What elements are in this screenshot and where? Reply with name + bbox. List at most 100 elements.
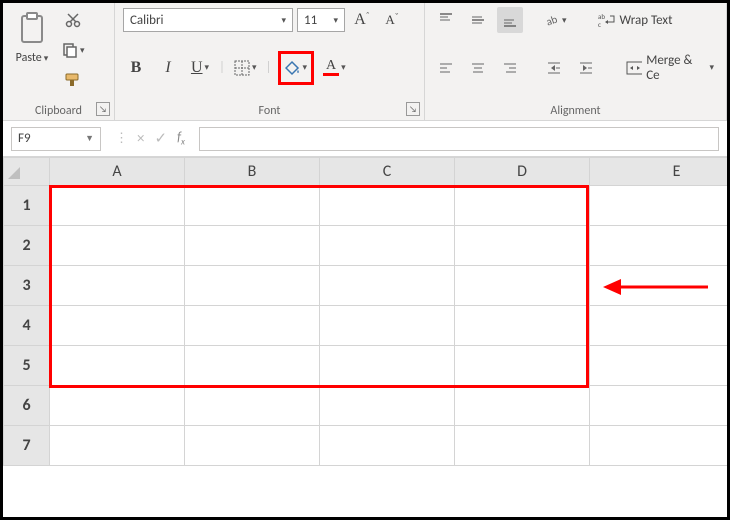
group-font: Calibri▾ 11▾ Aˆ Aˇ B I U | | A Font ↘ [115, 3, 425, 120]
select-all-corner[interactable] [4, 158, 50, 186]
cell[interactable] [185, 346, 320, 386]
ribbon: Paste Clipboard ↘ Calibri▾ 11▾ Aˆ Aˇ B [3, 3, 727, 121]
column-header-E[interactable]: E [590, 158, 728, 186]
row-header-5[interactable]: 5 [4, 346, 50, 386]
scissors-icon [65, 12, 81, 28]
orientation-icon: ab [544, 12, 560, 28]
fill-color-highlight [278, 51, 315, 85]
cell[interactable] [320, 186, 455, 226]
align-left-icon [438, 60, 454, 76]
row-header-7[interactable]: 7 [4, 426, 50, 466]
cell[interactable] [590, 306, 728, 346]
align-center-icon [470, 60, 486, 76]
cell[interactable] [50, 306, 185, 346]
cell[interactable] [590, 426, 728, 466]
row-header-3[interactable]: 3 [4, 266, 50, 306]
paste-button[interactable] [11, 7, 53, 49]
cell[interactable] [320, 346, 455, 386]
align-center-button[interactable] [465, 55, 491, 81]
cell[interactable] [185, 426, 320, 466]
cell[interactable] [455, 306, 590, 346]
align-left-button[interactable] [433, 55, 459, 81]
underline-button[interactable]: U [187, 55, 213, 81]
cell[interactable] [455, 186, 590, 226]
align-top-icon [438, 12, 454, 28]
cell[interactable] [320, 386, 455, 426]
row-header-1[interactable]: 1 [4, 186, 50, 226]
cell[interactable] [185, 226, 320, 266]
column-header-A[interactable]: A [50, 158, 185, 186]
fill-color-button[interactable] [282, 55, 311, 81]
cell[interactable] [320, 426, 455, 466]
cut-button[interactable] [59, 7, 88, 33]
fx-button[interactable]: fx [177, 130, 185, 148]
name-box[interactable]: F9▼ [11, 127, 101, 151]
decrease-font-size-button[interactable]: Aˇ [379, 7, 405, 33]
cell[interactable] [185, 306, 320, 346]
borders-button[interactable] [231, 55, 260, 81]
row-header-2[interactable]: 2 [4, 226, 50, 266]
cell[interactable] [455, 426, 590, 466]
cell[interactable] [50, 346, 185, 386]
cell[interactable] [320, 226, 455, 266]
worksheet-grid[interactable]: A B C D E 1 2 3 4 5 6 7 [3, 157, 727, 466]
row-header-6[interactable]: 6 [4, 386, 50, 426]
cell[interactable] [455, 226, 590, 266]
decrease-indent-button[interactable] [541, 55, 567, 81]
wrap-text-label: Wrap Text [620, 13, 673, 28]
paint-bucket-icon [285, 60, 301, 76]
align-bottom-button[interactable] [497, 7, 523, 33]
bold-button[interactable]: B [123, 55, 149, 81]
svg-text:c: c [598, 20, 601, 28]
column-header-C[interactable]: C [320, 158, 455, 186]
increase-font-size-button[interactable]: Aˆ [349, 7, 375, 33]
font-size-value: 11 [304, 13, 317, 28]
wrap-text-button[interactable]: abcWrap Text [594, 7, 677, 33]
bold-label: B [131, 59, 142, 77]
cell[interactable] [185, 386, 320, 426]
orientation-button[interactable]: ab [541, 7, 570, 33]
row-header-4[interactable]: 4 [4, 306, 50, 346]
enter-formula-button[interactable]: ✓ [154, 129, 167, 148]
formula-bar[interactable] [199, 127, 719, 151]
align-middle-button[interactable] [465, 7, 491, 33]
column-header-B[interactable]: B [185, 158, 320, 186]
align-top-button[interactable] [433, 7, 459, 33]
cell[interactable] [320, 306, 455, 346]
cell[interactable] [455, 386, 590, 426]
copy-button[interactable] [59, 37, 88, 63]
cell[interactable] [590, 226, 728, 266]
align-right-button[interactable] [497, 55, 523, 81]
font-name-select[interactable]: Calibri▾ [123, 8, 293, 32]
align-right-icon [502, 60, 518, 76]
increase-indent-button[interactable] [573, 55, 599, 81]
font-size-select[interactable]: 11▾ [297, 8, 345, 32]
cell[interactable] [185, 186, 320, 226]
merge-center-button[interactable]: Merge & Ce [622, 55, 718, 81]
cell[interactable] [50, 266, 185, 306]
font-color-button[interactable]: A [320, 55, 349, 81]
cell[interactable] [590, 186, 728, 226]
cell[interactable] [50, 186, 185, 226]
cell[interactable] [50, 226, 185, 266]
cell[interactable] [590, 346, 728, 386]
cell[interactable] [320, 266, 455, 306]
italic-button[interactable]: I [155, 55, 181, 81]
cancel-formula-button[interactable]: × [137, 130, 144, 148]
cell[interactable] [590, 386, 728, 426]
align-middle-icon [470, 12, 486, 28]
paste-dropdown[interactable]: Paste [13, 49, 52, 67]
cell[interactable] [50, 386, 185, 426]
column-header-D[interactable]: D [455, 158, 590, 186]
font-name-value: Calibri [130, 13, 163, 28]
cell[interactable] [455, 346, 590, 386]
paste-label: Paste [16, 51, 42, 65]
copy-icon [62, 42, 78, 58]
cell[interactable] [50, 426, 185, 466]
format-painter-button[interactable] [59, 67, 88, 93]
cell[interactable] [455, 266, 590, 306]
font-dialog-launcher[interactable]: ↘ [406, 102, 420, 116]
cell[interactable] [185, 266, 320, 306]
underline-label: U [191, 59, 203, 77]
clipboard-dialog-launcher[interactable]: ↘ [96, 102, 110, 116]
